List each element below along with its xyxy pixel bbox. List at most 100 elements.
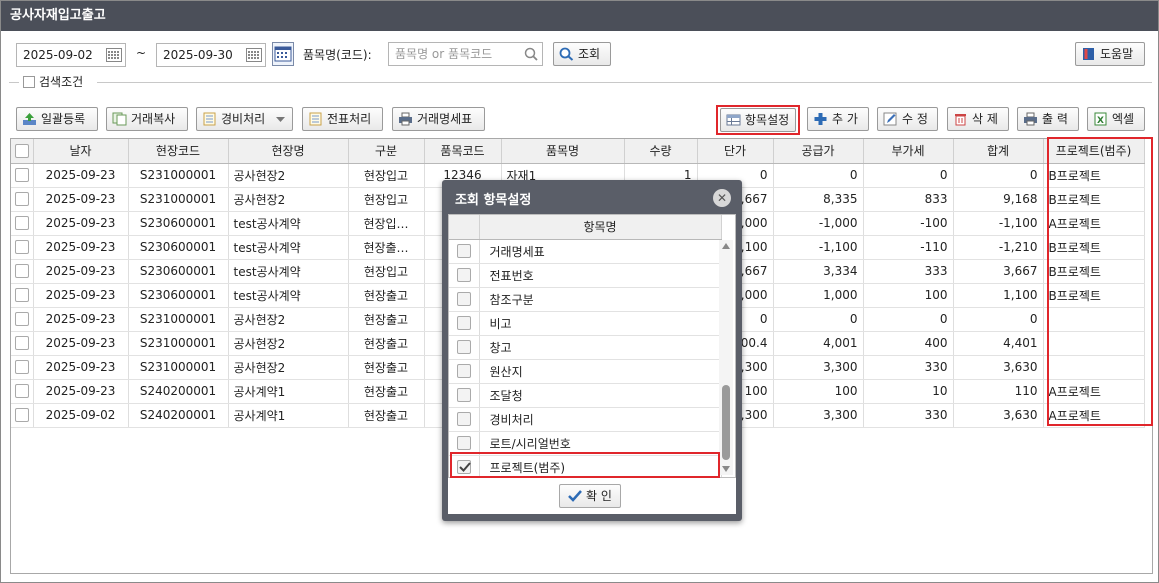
table-cell[interactable]: 8,335 [773, 187, 864, 212]
table-cell[interactable]: 공사현장2 [228, 355, 349, 380]
select-all-checkbox[interactable] [14, 144, 29, 158]
row-checkbox[interactable] [14, 408, 29, 423]
table-cell[interactable]: 현장입고 [348, 259, 425, 284]
table-cell[interactable]: 2025-09-23 [33, 259, 129, 284]
print-button[interactable]: 출 력 [1017, 107, 1079, 131]
table-cell[interactable]: 현장출고 [348, 355, 425, 380]
table-cell[interactable]: 2025-09-23 [33, 355, 129, 380]
item-checkbox-cell[interactable] [449, 431, 480, 456]
table-cell[interactable]: 0 [773, 163, 864, 188]
ok-button[interactable]: 확 인 [559, 484, 621, 508]
table-cell[interactable]: 2025-09-23 [33, 379, 129, 404]
table-cell[interactable]: 공사계약1 [228, 379, 349, 404]
item-checkbox[interactable] [456, 268, 471, 283]
item-search-input[interactable]: 품목명 or 품목코드 [388, 42, 543, 66]
column-header[interactable]: 구분 [348, 139, 425, 164]
row-checkbox[interactable] [14, 336, 29, 351]
table-cell[interactable]: 100 [773, 379, 864, 404]
table-cell[interactable]: 100 [863, 283, 954, 308]
table-cell[interactable]: S231000001 [128, 355, 229, 380]
table-cell[interactable]: 2025-09-23 [33, 235, 129, 260]
table-cell[interactable]: S231000001 [128, 331, 229, 356]
row-select-cell[interactable] [11, 307, 34, 332]
table-cell[interactable]: test공사계약 [228, 259, 349, 284]
table-cell[interactable]: 현장출고 [348, 403, 425, 428]
row-checkbox[interactable] [14, 192, 29, 207]
close-icon[interactable]: ✕ [713, 189, 731, 207]
calendar-picker-button[interactable] [272, 42, 294, 66]
help-button[interactable]: 도움말 [1075, 42, 1145, 66]
column-header[interactable]: 공급가 [773, 139, 864, 164]
table-cell[interactable]: 현장입고 [348, 163, 425, 188]
search-conditions-toggle[interactable]: 검색조건 [23, 73, 83, 90]
table-cell[interactable]: 333 [863, 259, 954, 284]
table-cell[interactable]: A프로젝트 [1043, 403, 1145, 428]
table-cell[interactable]: 현장입고 [348, 187, 425, 212]
list-item[interactable]: 로트/시리얼번호 [449, 431, 722, 456]
row-select-cell[interactable] [11, 163, 34, 188]
table-cell[interactable]: 3,630 [953, 355, 1044, 380]
column-header[interactable]: 날자 [33, 139, 129, 164]
table-cell[interactable]: 0 [863, 163, 954, 188]
search-button[interactable]: 조회 [553, 42, 611, 66]
table-cell[interactable]: 현장입… [348, 211, 425, 236]
table-cell[interactable]: B프로젝트 [1043, 235, 1145, 260]
table-cell[interactable]: 2025-09-02 [33, 403, 129, 428]
table-cell[interactable]: S240200001 [128, 403, 229, 428]
table-cell[interactable]: 공사현장2 [228, 331, 349, 356]
column-header[interactable]: 품목코드 [424, 139, 502, 164]
item-checkbox[interactable] [456, 436, 471, 451]
row-select-cell[interactable] [11, 331, 34, 356]
item-checkbox-cell[interactable] [449, 455, 480, 477]
table-cell[interactable]: S230600001 [128, 211, 229, 236]
table-cell[interactable]: 3,300 [773, 403, 864, 428]
item-checkbox[interactable] [456, 412, 471, 427]
table-cell[interactable]: 3,667 [953, 259, 1044, 284]
table-cell[interactable]: 현장출… [348, 235, 425, 260]
item-checkbox[interactable] [456, 316, 471, 331]
row-checkbox[interactable] [14, 384, 29, 399]
table-cell[interactable]: 현장출고 [348, 307, 425, 332]
table-cell[interactable]: B프로젝트 [1043, 187, 1145, 212]
table-cell[interactable]: 3,334 [773, 259, 864, 284]
list-item[interactable]: 거래명세표 [449, 239, 722, 264]
column-header[interactable]: 단가 [697, 139, 774, 164]
bulk-register-button[interactable]: 일괄등록 [16, 107, 98, 131]
table-cell[interactable] [1043, 355, 1145, 380]
row-checkbox[interactable] [14, 312, 29, 327]
table-cell[interactable]: B프로젝트 [1043, 259, 1145, 284]
item-checkbox-cell[interactable] [449, 311, 480, 336]
table-cell[interactable] [1043, 331, 1145, 356]
list-item[interactable]: 창고 [449, 335, 722, 360]
item-checkbox[interactable] [456, 292, 471, 307]
table-cell[interactable]: 0 [773, 307, 864, 332]
row-select-cell[interactable] [11, 259, 34, 284]
row-select-cell[interactable] [11, 187, 34, 212]
table-cell[interactable]: 2025-09-23 [33, 307, 129, 332]
select-all-header[interactable] [11, 139, 34, 164]
item-checkbox[interactable] [456, 460, 471, 475]
list-item[interactable]: 조달청 [449, 383, 722, 408]
column-header[interactable]: 현장명 [228, 139, 349, 164]
list-item[interactable]: 원산지 [449, 359, 722, 384]
calendar-grid-icon[interactable] [246, 48, 262, 62]
table-cell[interactable]: test공사계약 [228, 211, 349, 236]
column-header[interactable]: 부가세 [863, 139, 954, 164]
table-cell[interactable]: S240200001 [128, 379, 229, 404]
table-cell[interactable]: 110 [953, 379, 1044, 404]
row-select-cell[interactable] [11, 283, 34, 308]
table-cell[interactable]: 공사현장2 [228, 187, 349, 212]
table-cell[interactable]: 2025-09-23 [33, 283, 129, 308]
table-cell[interactable]: B프로젝트 [1043, 163, 1145, 188]
column-header[interactable]: 수량 [624, 139, 698, 164]
table-cell[interactable]: 330 [863, 403, 954, 428]
table-cell[interactable]: S231000001 [128, 187, 229, 212]
table-cell[interactable]: A프로젝트 [1043, 379, 1145, 404]
column-header[interactable]: 현장코드 [128, 139, 229, 164]
item-checkbox-cell[interactable] [449, 383, 480, 408]
table-cell[interactable]: 1,100 [953, 283, 1044, 308]
table-cell[interactable]: 공사계약1 [228, 403, 349, 428]
item-checkbox-cell[interactable] [449, 287, 480, 312]
table-cell[interactable]: 0 [953, 307, 1044, 332]
column-settings-button[interactable]: 항목설정 [720, 108, 796, 132]
